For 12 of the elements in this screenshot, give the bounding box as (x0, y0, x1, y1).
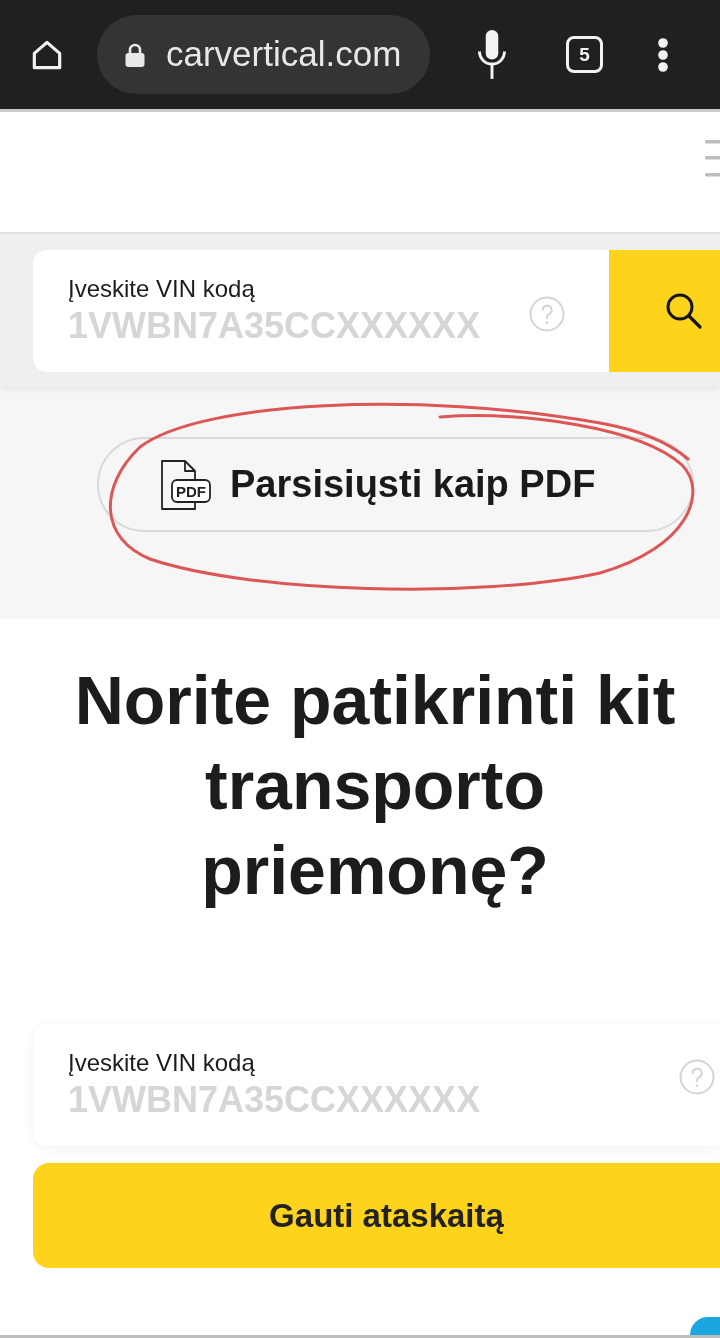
tab-count-button[interactable]: 5 (566, 36, 603, 73)
pdf-download-button[interactable]: PDF Parsisiųsti kaip PDF (97, 437, 694, 532)
more-menu-icon[interactable] (657, 37, 669, 72)
search-button[interactable] (609, 250, 720, 372)
field-label: Įveskite VIN kodą (68, 1048, 255, 1078)
field-label: Įveskite VIN kodą (68, 274, 255, 304)
search-icon (665, 292, 703, 330)
lock-icon (124, 41, 146, 68)
address-bar[interactable]: carvertical.com (97, 15, 430, 94)
microphone-icon[interactable] (476, 29, 508, 80)
page-heading: Norite patikrinti kit transporto priemonę? (73, 661, 677, 910)
get-report-button[interactable]: Gauti ataskaitą (33, 1163, 720, 1268)
